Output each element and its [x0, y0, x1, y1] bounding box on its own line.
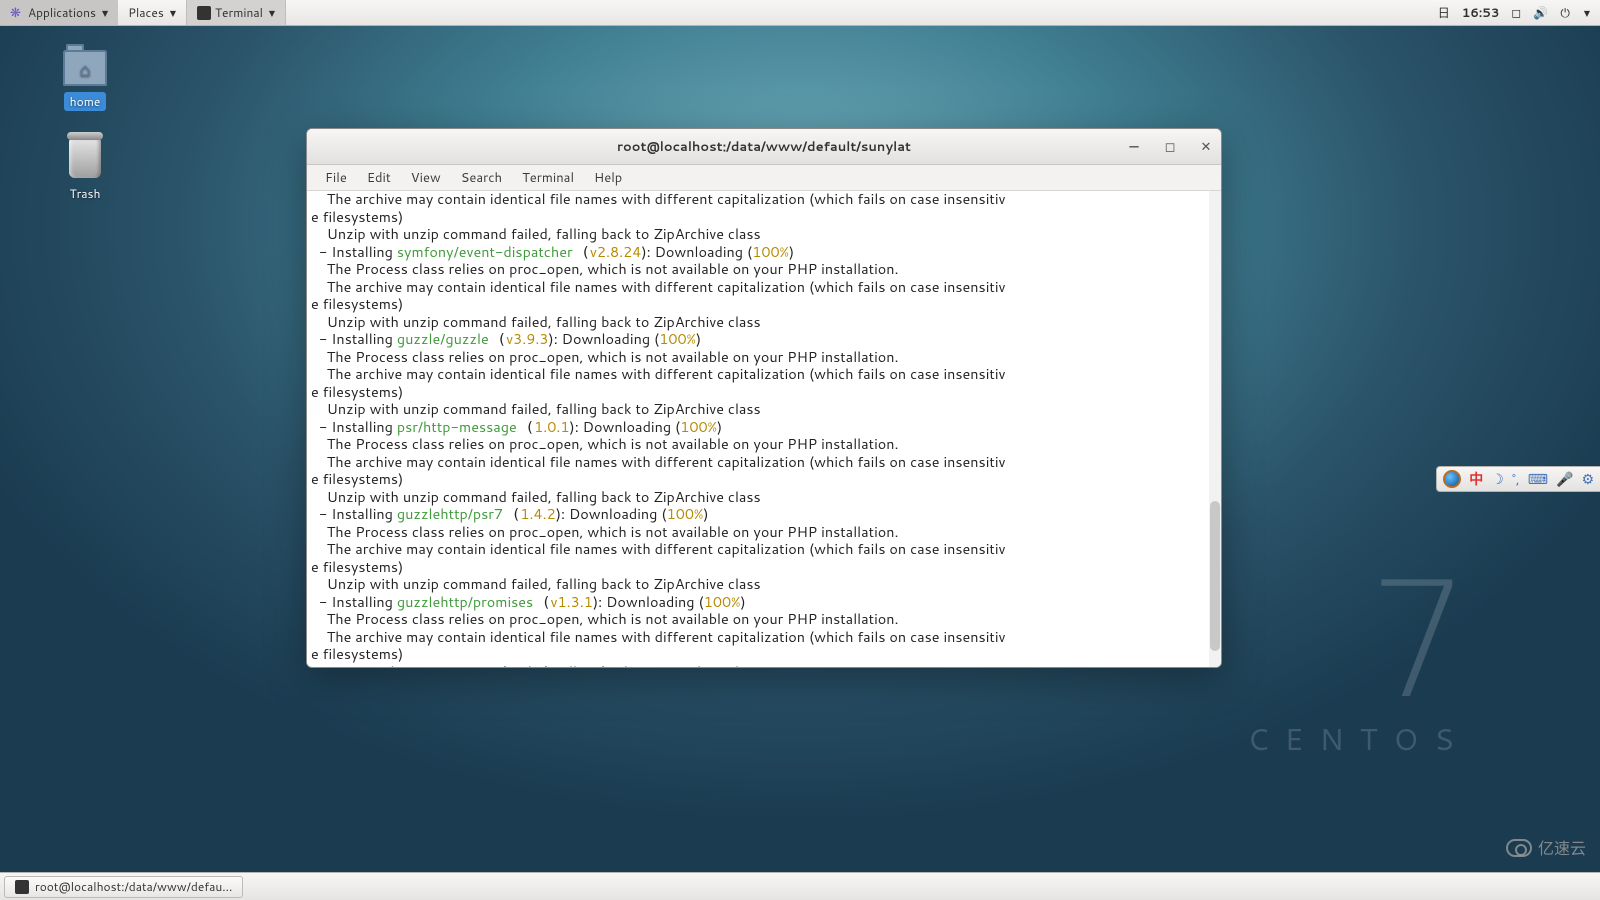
- brand-name: CENTOS: [1247, 717, 1470, 760]
- scrollbar[interactable]: [1209, 191, 1221, 667]
- menu-places-label: Places: [128, 4, 164, 21]
- desktop-icon-trash[interactable]: Trash: [45, 138, 125, 203]
- terminal-body[interactable]: The archive may contain identical file n…: [307, 191, 1221, 667]
- t-line: The archive may contain identical file n…: [311, 538, 1006, 577]
- t-line: The archive may contain identical file n…: [311, 276, 1006, 315]
- ime-moon-icon[interactable]: ☽: [1491, 469, 1504, 489]
- window-titlebar[interactable]: root@localhost:/data/www/default/sunylat…: [307, 129, 1221, 165]
- running-app-indicator[interactable]: Terminal ▼: [186, 0, 286, 25]
- window-minimize-button[interactable]: —: [1125, 138, 1143, 156]
- ime-mic-icon[interactable]: 🎤: [1556, 469, 1573, 489]
- window-maximize-button[interactable]: ◻: [1161, 138, 1179, 156]
- running-app-label: Terminal: [215, 4, 263, 21]
- taskbar-item-terminal[interactable]: root@localhost:/data/www/defau...: [4, 876, 243, 898]
- ime-keyboard-icon[interactable]: ⌨: [1528, 469, 1548, 489]
- desktop-icon-home-label: home: [64, 92, 107, 111]
- bottom-panel: root@localhost:/data/www/defau...: [0, 872, 1600, 900]
- t-line: The archive may contain identical file n…: [311, 626, 1006, 665]
- chevron-down-icon: ▼: [1584, 7, 1590, 19]
- ime-tray: 中 ☽ °, ⌨ 🎤 ⚙: [1436, 466, 1600, 492]
- watermark-icon: [1506, 839, 1532, 857]
- menu-search[interactable]: Search: [451, 169, 512, 187]
- trash-icon: [69, 138, 101, 178]
- terminal-icon: [197, 6, 211, 20]
- power-icon[interactable]: ⏻: [1560, 4, 1570, 21]
- terminal-window: root@localhost:/data/www/default/sunylat…: [306, 128, 1222, 668]
- system-tray: 日 16:53 ◻ 🔊 ⏻ ▼: [1438, 4, 1600, 21]
- menu-view[interactable]: View: [401, 169, 451, 187]
- clock[interactable]: 16:53: [1462, 4, 1500, 21]
- menu-edit[interactable]: Edit: [357, 169, 401, 187]
- ime-punct-icon[interactable]: °,: [1512, 469, 1520, 489]
- menu-terminal[interactable]: Terminal: [512, 169, 584, 187]
- menu-help[interactable]: Help: [584, 169, 632, 187]
- t-line: The archive may contain identical file n…: [311, 191, 1006, 227]
- menu-applications-label: Applications: [28, 4, 96, 21]
- folder-home-icon: [63, 50, 107, 86]
- gnome-foot-icon: [10, 6, 24, 20]
- t-line: Unzip with unzip command failed, falling…: [311, 661, 761, 668]
- menu-applications[interactable]: Applications ▼: [0, 0, 118, 25]
- window-title: root@localhost:/data/www/default/sunylat: [617, 138, 911, 156]
- menu-file[interactable]: File: [315, 169, 357, 187]
- brand-version: 7: [1247, 585, 1470, 697]
- ime-globe-icon[interactable]: [1443, 470, 1461, 488]
- volume-icon[interactable]: 🔊: [1533, 4, 1548, 21]
- terminal-menubar: File Edit View Search Terminal Help: [307, 165, 1221, 191]
- chevron-down-icon: ▼: [102, 7, 108, 19]
- t-line: The archive may contain identical file n…: [311, 363, 1006, 402]
- accessibility-icon[interactable]: ◻: [1511, 4, 1521, 21]
- chevron-down-icon: ▼: [269, 7, 275, 19]
- desktop-icon-trash-label: Trash: [64, 184, 107, 203]
- scrollbar-thumb[interactable]: [1210, 501, 1220, 651]
- ime-settings-icon[interactable]: ⚙: [1581, 469, 1594, 489]
- top-panel: Applications ▼ Places ▼ Terminal ▼ 日 16:…: [0, 0, 1600, 26]
- watermark: 亿速云: [1506, 835, 1586, 860]
- chevron-down-icon: ▼: [170, 7, 176, 19]
- terminal-icon: [15, 880, 29, 894]
- clock-prefix[interactable]: 日: [1438, 4, 1450, 21]
- desktop-icon-home[interactable]: home: [45, 50, 125, 111]
- menu-places[interactable]: Places ▼: [118, 0, 186, 25]
- taskbar-item-label: root@localhost:/data/www/defau...: [35, 878, 232, 895]
- brand-centos: 7 CENTOS: [1247, 585, 1470, 760]
- ime-lang-icon[interactable]: 中: [1469, 469, 1483, 489]
- t-line: The archive may contain identical file n…: [311, 451, 1006, 490]
- watermark-text: 亿速云: [1538, 835, 1586, 860]
- window-close-button[interactable]: ✕: [1197, 138, 1215, 156]
